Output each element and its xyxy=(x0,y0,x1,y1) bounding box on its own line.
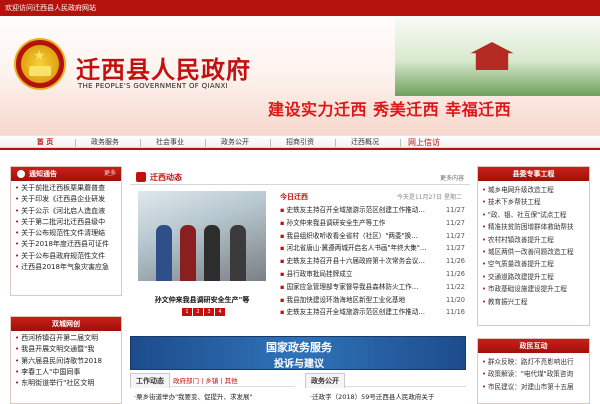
list-item[interactable]: 市政基础设施建设提升工程 xyxy=(482,283,585,295)
promo-line1: 国家政务服务 xyxy=(266,341,332,354)
notice-box: 通知通告 更多 关于前批迁西板栗果蘑普查 关于印发《迁西县企业研发 关于公示《河北… xyxy=(10,166,122,296)
news-list: 史轶友主持召开全域旅游示范区创建工作推动…11/27 孙文仲来我县调研安全生产等… xyxy=(280,204,465,319)
interact-box: 政民互动 群众反映：路灯不亮影响出行 政策解读："电代煤"政策咨询 市民建议：对… xyxy=(477,338,590,404)
list-item[interactable]: "政、银、社互保"试点工程 xyxy=(482,209,585,221)
list-item[interactable]: 空气质量改善提升工程 xyxy=(482,258,585,270)
work-item[interactable]: ·栗乡街道举办"我要变、促提升、求发展" xyxy=(134,391,253,401)
list-item[interactable]: 孙文仲来我县调研安全生产等工作11/27 xyxy=(280,217,465,230)
interact-list: 群众反映：路灯不亮影响出行 政策解读："电代煤"政策咨询 市民建议：对建山市第十… xyxy=(478,353,589,396)
list-item[interactable]: 第六届县民间诗歌节2018 xyxy=(15,356,117,367)
list-item[interactable]: 技术下乡帮扶工程 xyxy=(482,196,585,208)
national-emblem-icon: ★ xyxy=(14,38,66,90)
list-item[interactable]: 精准扶贫防困增群体救助帮扶 xyxy=(482,221,585,233)
network-box: 双城网创 西河桥镇召开第二届文明 我县开展文明交通暨"我 第六届县民间诗歌节20… xyxy=(10,316,122,404)
list-item[interactable]: 农村村镇改善提升工程 xyxy=(482,234,585,246)
work-tab: 工作动态 政府部门 | 乡镇 | 其他 xyxy=(130,373,295,388)
list-item[interactable]: 东明街道举行"社区文明 xyxy=(15,378,117,389)
notice-icon xyxy=(17,170,25,178)
list-item[interactable]: 国家应急管理部专家督导我县森林防火工作…11/22 xyxy=(280,281,465,294)
nav-investment[interactable]: 招商引资 xyxy=(275,137,325,148)
today-label: 今日迁西 xyxy=(280,193,308,201)
list-item[interactable]: 关于印发《迁西县企业研发 xyxy=(15,194,117,205)
open-tab: 政务公开 xyxy=(305,373,466,388)
top-bar: 欢迎访问迁西县人民政府网站 xyxy=(0,0,600,16)
site-subtitle: THE PEOPLE'S GOVERNMENT OF QIANXI xyxy=(78,82,228,90)
list-item[interactable]: 迁西县2018年气象灾害应急 xyxy=(15,262,117,273)
list-item[interactable]: 李春工人"中国同事 xyxy=(15,367,117,378)
list-item[interactable]: 西河桥镇召开第二届文明 xyxy=(15,333,117,344)
nav-petition[interactable]: 网上信访 xyxy=(408,137,440,148)
list-item[interactable]: 交通道路改建提升工程 xyxy=(482,271,585,283)
notice-more-link[interactable]: 更多 xyxy=(104,167,116,181)
list-item[interactable]: 我县组织收听收看全省村（社区）"两委"换…11/27 xyxy=(280,230,465,243)
service-promo-banner[interactable]: 国家政务服务 投诉与建议 xyxy=(130,336,466,370)
list-item[interactable]: 史轶友主持召开全域旅游示范区创建工作推动…11/16 xyxy=(280,306,465,319)
main-nav: 首 页 政务服务 社会事业 政务公开 招商引资 迁西概况 网上信访 xyxy=(0,135,600,148)
site-title: 迁西县人民政府 xyxy=(76,55,251,84)
list-item[interactable]: 关于前批迁西板栗果蘑普查 xyxy=(15,183,117,194)
photo-caption[interactable]: 孙文仲来我县调研安全生产"等 xyxy=(138,295,266,305)
list-item[interactable]: 关于2018年度迁西县可证件 xyxy=(15,239,117,250)
flag-icon xyxy=(136,172,146,182)
list-item[interactable]: 关于第二批河北迁西县级中 xyxy=(15,217,117,228)
news-title: 迁西动态 xyxy=(150,173,182,182)
work-title[interactable]: 工作动态 xyxy=(130,373,170,388)
list-item[interactable]: 群众反映：路灯不亮影响出行 xyxy=(482,356,585,368)
news-photo[interactable] xyxy=(138,191,266,281)
list-item[interactable]: 教育振兴工程 xyxy=(482,296,585,308)
interact-title: 政民互动 xyxy=(478,339,589,353)
network-title: 双城网创 xyxy=(11,317,121,331)
list-item[interactable]: 市民建议：对建山市第十五届 xyxy=(482,381,585,393)
date-text: 今天是11月27日 星期二 xyxy=(396,194,462,201)
nav-services[interactable]: 政务服务 xyxy=(80,137,130,148)
nav-home[interactable]: 首 页 xyxy=(20,137,70,148)
notice-title: 通知通告 xyxy=(29,170,57,178)
network-list: 西河桥镇召开第二届文明 我县开展文明交通暨"我 第六届县民间诗歌节2018 李春… xyxy=(11,331,121,391)
photo-pager: 1234 xyxy=(182,307,226,316)
list-item[interactable]: 县行政审批局挂牌成立11/26 xyxy=(280,268,465,281)
list-item[interactable]: 我县开展文明交通暨"我 xyxy=(15,344,117,355)
promo-line2: 投诉与建议 xyxy=(274,359,324,370)
list-item[interactable]: 关于公布规范性文件清理结 xyxy=(15,228,117,239)
special-list: 城乡电网升级改造工程 技术下乡帮扶工程 "政、银、社互保"试点工程 精准扶贫防困… xyxy=(478,181,589,311)
list-item[interactable]: 史轶友主持召开县十六届政府第十次常务会议…11/26 xyxy=(280,255,465,268)
news-more-link[interactable]: 更多内容 xyxy=(440,173,464,182)
nav-overview[interactable]: 迁西概况 xyxy=(340,137,390,148)
list-item[interactable]: 我县加快建设环渤海地区新型工业化基地11/20 xyxy=(280,294,465,307)
pager-item[interactable]: 2 xyxy=(193,308,203,316)
pager-item[interactable]: 1 xyxy=(182,308,192,316)
list-item[interactable]: 史轶友主持召开全域旅游示范区创建工作推动…11/27 xyxy=(280,204,465,217)
list-item[interactable]: 关于公示《河北启人造血液 xyxy=(15,206,117,217)
divider xyxy=(0,148,600,150)
header-banner: 欢迎访问迁西县人民政府网站 ★ 迁西县人民政府 THE PEOPLE'S GOV… xyxy=(0,0,600,135)
list-item[interactable]: 河北省唐山·冀遵两城开启名人书画"年终大集"…11/27 xyxy=(280,242,465,255)
list-item[interactable]: 城乡电网升级改造工程 xyxy=(482,184,585,196)
list-item[interactable]: 政策解读："电代煤"政策咨询 xyxy=(482,368,585,380)
notice-list: 关于前批迁西板栗果蘑普查 关于印发《迁西县企业研发 关于公示《河北启人造血液 关… xyxy=(11,181,121,275)
welcome-text: 欢迎访问迁西县人民政府网站 xyxy=(5,4,96,12)
special-box: 县委专事工程 城乡电网升级改造工程 技术下乡帮扶工程 "政、银、社互保"试点工程… xyxy=(477,166,590,326)
list-item[interactable]: 关于公布县政府规范性文件 xyxy=(15,251,117,262)
nav-social[interactable]: 社会事业 xyxy=(145,137,195,148)
banner-slogan: 建设实力迁西 秀美迁西 幸福迁西 xyxy=(268,100,512,119)
special-title: 县委专事工程 xyxy=(478,167,589,181)
list-item[interactable]: 城区两供一改善问题改造工程 xyxy=(482,246,585,258)
pager-item[interactable]: 4 xyxy=(215,308,225,316)
work-links[interactable]: 政府部门 | 乡镇 | 其他 xyxy=(173,377,238,385)
pager-item[interactable]: 3 xyxy=(204,308,214,316)
open-item[interactable]: ·迁政字（2018）59号迁西县人民政府关于 xyxy=(310,391,434,401)
nav-open[interactable]: 政务公开 xyxy=(210,137,260,148)
open-title[interactable]: 政务公开 xyxy=(305,373,345,388)
